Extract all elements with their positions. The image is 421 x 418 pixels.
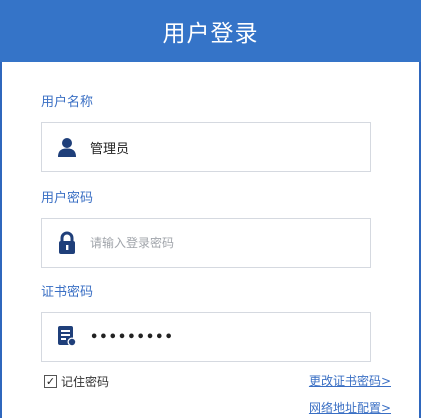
password-input[interactable] xyxy=(90,236,350,250)
user-icon xyxy=(54,134,80,160)
password-field[interactable] xyxy=(41,218,371,268)
panel-border-left xyxy=(0,62,2,418)
network-config-link[interactable]: 网络地址配置> xyxy=(309,399,391,416)
username-value: 管理员 xyxy=(90,141,130,157)
change-cert-password-link[interactable]: 更改证书密码> xyxy=(309,372,391,389)
login-title: 用户登录 xyxy=(162,21,259,47)
cert-password-field[interactable]: ••••••••• xyxy=(41,312,371,362)
cert-password-value: ••••••••• xyxy=(90,329,174,345)
certificate-icon xyxy=(54,324,80,350)
remember-checkbox[interactable]: ✓ xyxy=(44,375,57,388)
remember-label: 记住密码 xyxy=(61,375,110,389)
username-field[interactable]: 管理员 xyxy=(41,122,371,172)
check-icon: ✓ xyxy=(45,375,56,388)
login-panel: 用户登录 用户名称 管理员 用户密码 证书密码 ••••••••• ✓ 记住密码… xyxy=(0,0,421,418)
cert-password-label: 证书密码 xyxy=(41,285,94,300)
password-label: 用户密码 xyxy=(41,191,94,206)
lock-icon xyxy=(54,230,80,256)
login-header: 用户登录 xyxy=(0,0,421,62)
remember-password[interactable]: ✓ 记住密码 xyxy=(44,373,109,390)
username-label: 用户名称 xyxy=(41,95,94,110)
